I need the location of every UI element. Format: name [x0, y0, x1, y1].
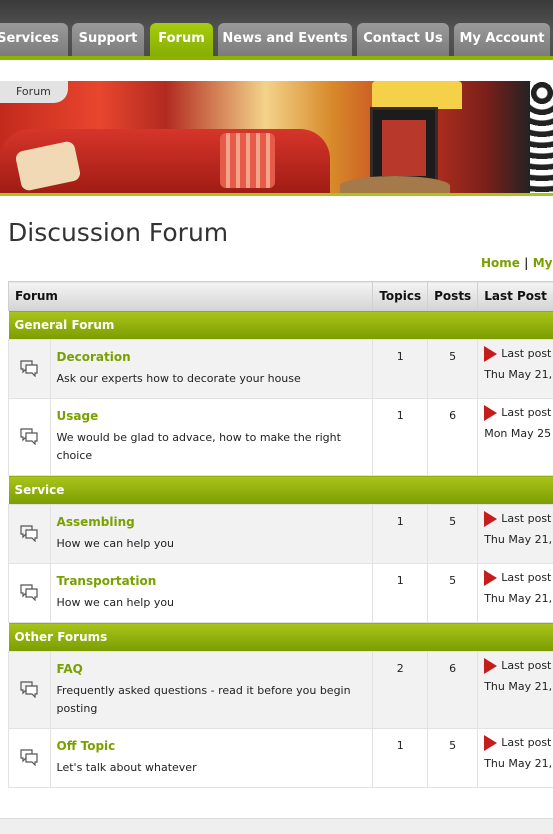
last-post-arrow-icon[interactable]: [484, 346, 497, 362]
forum-topic-icon: [9, 729, 51, 788]
table-header-row: Forum Topics Posts Last Post: [9, 282, 553, 311]
forum-link[interactable]: Off Topic: [57, 739, 367, 753]
post-count: 5: [428, 564, 478, 623]
section-title: General Forum: [9, 311, 553, 340]
last-post-arrow-icon[interactable]: [484, 405, 497, 421]
nav-underline: [0, 56, 553, 60]
forum-info: FAQ Frequently asked questions - read it…: [50, 652, 373, 729]
forum-link[interactable]: Usage: [57, 409, 367, 423]
forum-table: Forum Topics Posts Last Post General For…: [8, 281, 553, 788]
forum-info: Decoration Ask our experts how to decora…: [50, 340, 373, 399]
breadcrumb: Home | My: [481, 256, 552, 270]
forum-link[interactable]: Assembling: [57, 515, 367, 529]
last-post-arrow-icon[interactable]: [484, 511, 497, 527]
forum-description: How we can help you: [57, 596, 175, 609]
last-post-link[interactable]: Last post: [501, 406, 551, 419]
last-post-date: Thu May 21,: [484, 533, 553, 546]
footer-bar: [0, 818, 553, 834]
post-count: 5: [428, 729, 478, 788]
breadcrumb-separator: |: [524, 256, 528, 270]
last-post-arrow-icon[interactable]: [484, 570, 497, 586]
topic-count: 2: [373, 652, 428, 729]
table-row: Usage We would be glad to advace, how to…: [9, 399, 553, 476]
tab-support[interactable]: Support: [72, 23, 144, 56]
section-header-other: Other Forums: [9, 623, 553, 652]
table-row: FAQ Frequently asked questions - read it…: [9, 652, 553, 729]
table-row: Transportation How we can help you 1 5 L…: [9, 564, 553, 623]
topic-count: 1: [373, 505, 428, 564]
header-posts: Posts: [428, 282, 478, 311]
forum-description: Frequently asked questions - read it bef…: [57, 684, 351, 715]
last-post-cell: Last post Thu May 21,: [478, 729, 553, 788]
forum-link[interactable]: Decoration: [57, 350, 367, 364]
post-count: 6: [428, 399, 478, 476]
last-post-date: Thu May 21,: [484, 368, 553, 381]
last-post-date: Thu May 21,: [484, 680, 553, 693]
tab-forum[interactable]: Forum: [150, 23, 213, 58]
post-count: 5: [428, 505, 478, 564]
last-post-cell: Last post Mon May 25: [478, 399, 553, 476]
header-last-post: Last Post: [478, 282, 553, 311]
forum-description: Let's talk about whatever: [57, 761, 197, 774]
section-title: Other Forums: [9, 623, 553, 652]
table-row: Decoration Ask our experts how to decora…: [9, 340, 553, 399]
forum-link[interactable]: Transportation: [57, 574, 367, 588]
forum-link[interactable]: FAQ: [57, 662, 367, 676]
last-post-link[interactable]: Last post: [501, 512, 551, 525]
last-post-link[interactable]: Last post: [501, 347, 551, 360]
last-post-date: Thu May 21,: [484, 757, 553, 770]
tab-contact-us[interactable]: Contact Us: [357, 23, 449, 56]
banner-section-tag: Forum: [0, 81, 68, 103]
tab-my-account[interactable]: My Account: [454, 23, 550, 56]
banner-underline: [0, 193, 553, 196]
last-post-link[interactable]: Last post: [501, 659, 551, 672]
forum-topic-icon: [9, 340, 51, 399]
section-header-service: Service: [9, 476, 553, 505]
home-link[interactable]: Home: [481, 256, 520, 270]
forum-info: Off Topic Let's talk about whatever: [50, 729, 373, 788]
tab-news-and-events[interactable]: News and Events: [218, 23, 352, 56]
tab-services[interactable]: Services: [0, 23, 68, 56]
top-navigation: Services Support Forum News and Events C…: [0, 0, 553, 60]
table-row: Off Topic Let's talk about whatever 1 5 …: [9, 729, 553, 788]
last-post-date: Thu May 21,: [484, 592, 553, 605]
forum-description: Ask our experts how to decorate your hou…: [57, 372, 301, 385]
post-count: 5: [428, 340, 478, 399]
topic-count: 1: [373, 564, 428, 623]
section-title: Service: [9, 476, 553, 505]
header-topics: Topics: [373, 282, 428, 311]
header-forum: Forum: [9, 282, 373, 311]
forum-info: Usage We would be glad to advace, how to…: [50, 399, 373, 476]
last-post-cell: Last post Thu May 21,: [478, 505, 553, 564]
last-post-link[interactable]: Last post: [501, 571, 551, 584]
banner-image: [0, 81, 553, 193]
last-post-cell: Last post Thu May 21,: [478, 340, 553, 399]
topic-count: 1: [373, 340, 428, 399]
my-link[interactable]: My: [533, 256, 553, 270]
last-post-link[interactable]: Last post: [501, 736, 551, 749]
forum-description: We would be glad to advace, how to make …: [57, 431, 341, 462]
section-header-general: General Forum: [9, 311, 553, 340]
forum-description: How we can help you: [57, 537, 175, 550]
forum-topic-icon: [9, 399, 51, 476]
post-count: 6: [428, 652, 478, 729]
page-title: Discussion Forum: [8, 218, 228, 247]
forum-topic-icon: [9, 652, 51, 729]
last-post-arrow-icon[interactable]: [484, 735, 497, 751]
table-row: Assembling How we can help you 1 5 Last …: [9, 505, 553, 564]
last-post-cell: Last post Thu May 21,: [478, 652, 553, 729]
last-post-date: Mon May 25: [484, 427, 553, 440]
forum-info: Transportation How we can help you: [50, 564, 373, 623]
last-post-arrow-icon[interactable]: [484, 658, 497, 674]
topic-count: 1: [373, 399, 428, 476]
forum-topic-icon: [9, 505, 51, 564]
forum-topic-icon: [9, 564, 51, 623]
header-banner: [0, 81, 553, 196]
forum-info: Assembling How we can help you: [50, 505, 373, 564]
topic-count: 1: [373, 729, 428, 788]
last-post-cell: Last post Thu May 21,: [478, 564, 553, 623]
